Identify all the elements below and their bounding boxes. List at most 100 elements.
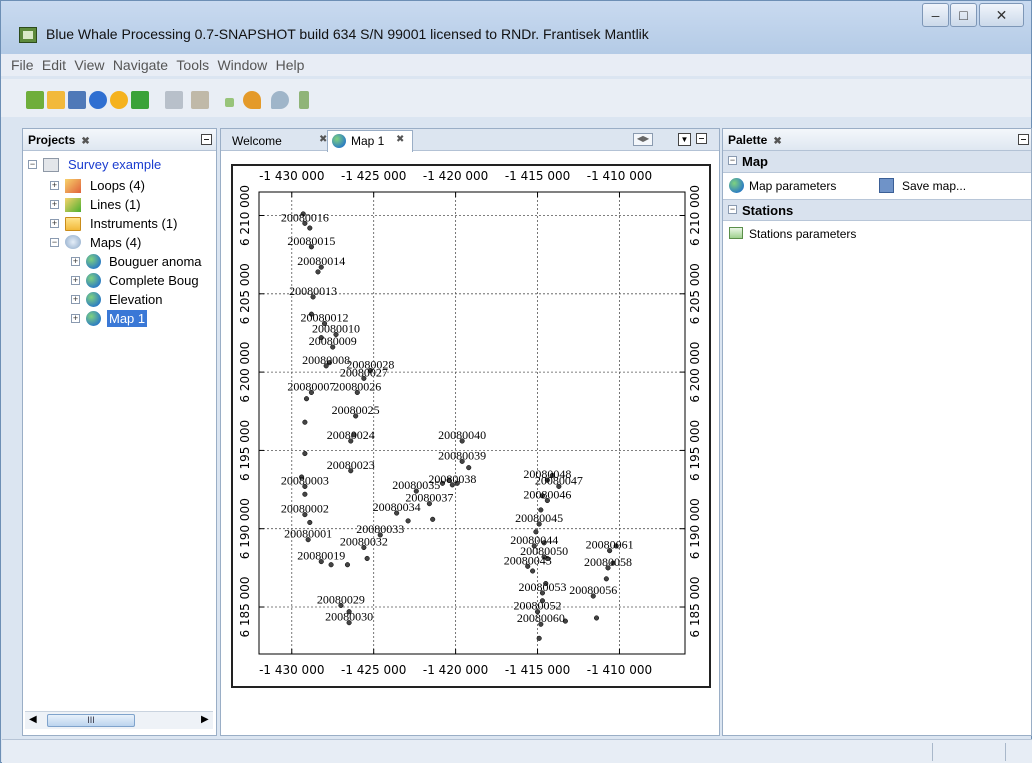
collapse-icon[interactable]: −: [50, 238, 59, 247]
tab-list-icon[interactable]: ▼: [678, 133, 691, 146]
refresh-icon[interactable]: [110, 91, 128, 109]
palette-item-stations-parameters[interactable]: Stations parameters: [727, 225, 927, 245]
close-icon[interactable]: ✖: [396, 134, 404, 145]
tab-welcome-label: Welcome: [232, 134, 282, 148]
new-project-icon[interactable]: [26, 91, 44, 109]
scroll-tabs-icon[interactable]: ◀▶: [633, 133, 653, 146]
expand-icon[interactable]: +: [50, 200, 59, 209]
scroll-right-icon[interactable]: ▶: [201, 714, 209, 725]
station-label: 20080016: [281, 210, 329, 224]
station-label: 20080027: [340, 365, 388, 379]
sync-icon[interactable]: [131, 91, 149, 109]
station-label: 20080030: [325, 610, 373, 624]
collapse-icon[interactable]: −: [728, 156, 737, 165]
palette-panel: Palette ✖ − Map Map parameters Save map..…: [722, 128, 1032, 736]
projects-panel: Projects ✖ − Survey example + Loops (4) +…: [22, 128, 217, 736]
minimize-panel-icon[interactable]: [201, 134, 212, 145]
y-tick-label-left: 6 200 000: [238, 342, 252, 403]
menu-file[interactable]: File: [11, 54, 34, 73]
maximize-button[interactable]: □: [950, 3, 977, 27]
loops-icon: [65, 179, 81, 193]
map-label: Elevation: [109, 292, 163, 307]
tree-node-label: Maps (4): [90, 235, 142, 250]
save-icon: [879, 178, 894, 193]
station-label: 20080056: [569, 583, 617, 597]
close-button[interactable]: ✕: [979, 3, 1024, 27]
save-icon[interactable]: [68, 91, 86, 109]
collapse-icon[interactable]: −: [728, 205, 737, 214]
undo-icon[interactable]: [243, 91, 261, 109]
close-icon[interactable]: ✖: [81, 136, 89, 147]
menu-edit[interactable]: Edit: [42, 54, 66, 73]
paste-icon[interactable]: [191, 91, 209, 109]
status-divider: [1005, 743, 1006, 761]
station-point: [430, 516, 436, 522]
expand-icon[interactable]: +: [71, 257, 80, 266]
close-icon[interactable]: ✖: [773, 136, 781, 147]
station-point: [593, 615, 600, 621]
tree-node-label: Loops (4): [90, 178, 145, 193]
menu-help[interactable]: Help: [276, 54, 305, 73]
station-label: 20080058: [584, 555, 632, 569]
copy-icon[interactable]: [165, 91, 183, 109]
minimize-panel-icon[interactable]: [696, 133, 707, 144]
station-point: [315, 269, 321, 275]
map-canvas[interactable]: -1 430 000 -1 430 000 -1 425 000 -1 425 000…: [231, 164, 711, 688]
x-tick-label-top: -1 425 000: [341, 169, 406, 183]
station-point: [364, 555, 370, 562]
flag-icon[interactable]: [299, 91, 309, 109]
tab-welcome[interactable]: Welcome ✖: [224, 131, 328, 151]
collapse-icon[interactable]: −: [28, 160, 37, 169]
menu-window[interactable]: Window: [217, 54, 267, 73]
scroll-thumb[interactable]: III: [47, 714, 135, 727]
x-tick-label-top: -1 430 000: [259, 169, 324, 183]
project-root-label: Survey example: [68, 157, 162, 172]
station-point: [302, 419, 308, 425]
projects-panel-header: Projects ✖: [23, 129, 216, 151]
station-label: 20080026: [333, 379, 381, 393]
station-label: 20080009: [309, 334, 357, 348]
y-tick-label-left: 6 190 000: [238, 498, 252, 559]
menu-view[interactable]: View: [74, 54, 104, 73]
station-point: [307, 519, 313, 525]
info-icon[interactable]: [89, 91, 107, 109]
map-label-selected: Map 1: [107, 310, 148, 327]
y-tick-label-left: 6 210 000: [238, 185, 252, 246]
map-plot: -1 430 000 -1 430 000 -1 425 000 -1 425 000…: [238, 169, 702, 677]
station-label: 20080007: [287, 379, 335, 393]
palette-section-stations[interactable]: − Stations: [723, 199, 1031, 221]
scroll-left-icon[interactable]: ◀: [29, 714, 37, 725]
expand-icon[interactable]: +: [71, 276, 80, 285]
station-point: [405, 518, 411, 524]
tree-node-label: Instruments (1): [90, 216, 178, 231]
expand-icon[interactable]: +: [71, 314, 80, 323]
globe-icon: [86, 292, 101, 307]
expand-icon[interactable]: +: [50, 219, 59, 228]
expand-icon[interactable]: +: [71, 295, 80, 304]
scroll-grip: III: [87, 715, 95, 725]
minimize-button[interactable]: –: [922, 3, 949, 27]
y-tick-label-right: 6 185 000: [688, 576, 702, 637]
palette-section-map[interactable]: − Map: [723, 151, 1031, 173]
minimize-panel-icon[interactable]: [1018, 134, 1029, 145]
x-tick-label-top: -1 420 000: [423, 169, 488, 183]
palette-item-map-parameters[interactable]: Map parameters: [727, 177, 867, 197]
menu-navigate[interactable]: Navigate: [113, 54, 168, 73]
horizontal-scrollbar[interactable]: ◀ III ▶: [25, 711, 213, 729]
x-tick-label-bottom: -1 410 000: [587, 663, 652, 677]
expand-icon[interactable]: +: [50, 181, 59, 190]
station-point: [328, 562, 334, 568]
add-icon[interactable]: [225, 98, 234, 107]
y-tick-label-right: 6 200 000: [688, 342, 702, 403]
map-label: Bouguer anoma: [109, 254, 202, 269]
palette-item-save-map[interactable]: Save map...: [877, 177, 997, 197]
folder-icon: [65, 217, 81, 231]
tab-map1[interactable]: Map 1 ✖: [327, 130, 413, 152]
station-point: [530, 568, 536, 574]
tree-root[interactable]: − Survey example: [26, 156, 216, 174]
open-project-icon[interactable]: [47, 91, 65, 109]
palette-panel-title: Palette ✖: [728, 133, 782, 147]
station-label: 20080015: [287, 234, 335, 248]
menu-tools[interactable]: Tools: [176, 54, 209, 73]
redo-icon[interactable]: [271, 91, 289, 109]
